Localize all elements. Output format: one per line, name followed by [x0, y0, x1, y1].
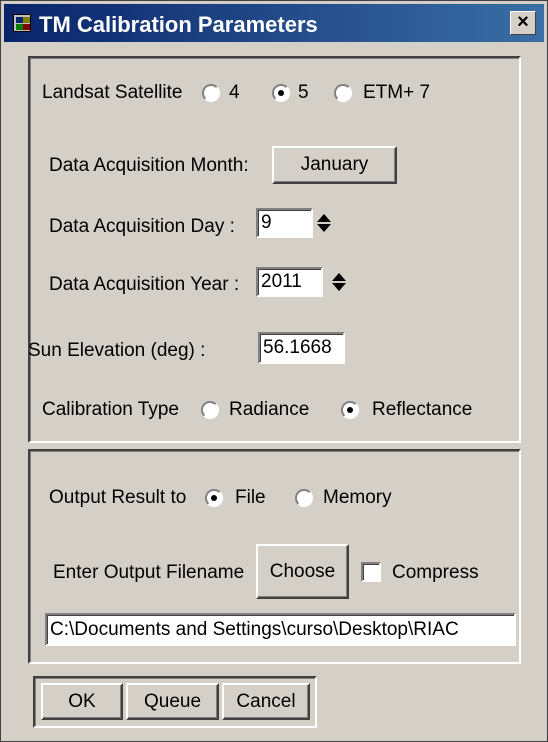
dialog-window: TM Calibration Parameters × Landsat Sate…	[0, 0, 548, 742]
output-radio-file[interactable]	[205, 489, 223, 507]
year-stepper[interactable]	[329, 268, 349, 296]
calibration-radio-reflectance[interactable]	[341, 401, 359, 419]
calibration-type-label: Calibration Type	[42, 399, 179, 420]
satellite-radio-4[interactable]	[202, 84, 220, 102]
output-result-label: Output Result to	[49, 487, 187, 508]
parameters-group	[28, 56, 521, 443]
choose-button[interactable]: Choose	[256, 544, 349, 599]
ok-button[interactable]: OK	[41, 683, 123, 720]
satellite-radio-etm7[interactable]	[334, 84, 352, 102]
calibration-option-reflectance-label: Reflectance	[372, 399, 473, 420]
output-filename-label: Enter Output Filename	[53, 562, 245, 583]
sun-elevation-label: Sun Elevation (deg) :	[28, 340, 206, 361]
compress-checkbox[interactable]	[361, 562, 381, 582]
month-label: Data Acquisition Month:	[49, 155, 249, 176]
queue-button[interactable]: Queue	[126, 683, 219, 720]
calibration-radio-radiance[interactable]	[201, 401, 219, 419]
day-label: Data Acquisition Day :	[49, 216, 235, 237]
satellite-option-4-label: 4	[229, 82, 240, 103]
stepper-down-icon	[317, 224, 331, 232]
app-icon	[13, 14, 31, 32]
cancel-button[interactable]: Cancel	[222, 683, 310, 720]
satellite-label: Landsat Satellite	[42, 82, 183, 103]
stepper-down-icon	[332, 283, 346, 291]
title-bar[interactable]: TM Calibration Parameters ×	[4, 4, 544, 42]
output-path-field[interactable]: C:\Documents and Settings\curso\Desktop\…	[45, 613, 516, 646]
calibration-option-radiance-label: Radiance	[229, 399, 310, 420]
year-field[interactable]: 2011	[256, 267, 323, 297]
day-stepper[interactable]	[314, 209, 334, 237]
output-option-file-label: File	[235, 487, 266, 508]
satellite-radio-5[interactable]	[272, 84, 290, 102]
stepper-up-icon	[332, 273, 346, 281]
stepper-up-icon	[317, 214, 331, 222]
close-button[interactable]: ×	[510, 11, 536, 35]
output-option-memory-label: Memory	[323, 487, 392, 508]
month-button[interactable]: January	[272, 146, 397, 184]
sun-elevation-field[interactable]: 56.1668	[258, 332, 345, 364]
satellite-option-etm7-label: ETM+ 7	[363, 82, 431, 103]
day-field[interactable]: 9	[256, 208, 313, 238]
compress-label: Compress	[392, 562, 479, 583]
year-label: Data Acquisition Year :	[49, 274, 240, 295]
satellite-option-5-label: 5	[298, 82, 309, 103]
window-title: TM Calibration Parameters	[39, 12, 318, 37]
output-radio-memory[interactable]	[295, 489, 313, 507]
